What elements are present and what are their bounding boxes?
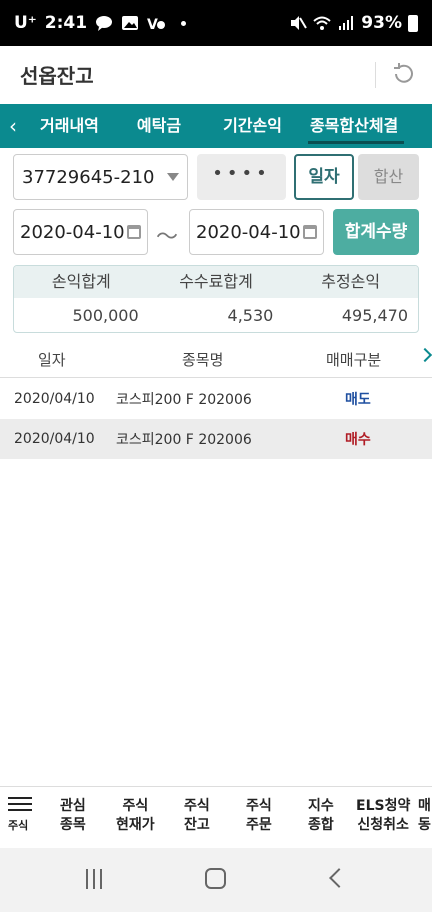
battery-percent: 93%: [361, 13, 402, 33]
bottom-item-line2: 현재가: [116, 817, 155, 833]
bottom-item-els[interactable]: ELS청약 신청취소: [356, 797, 410, 835]
tab-item-sum-fills[interactable]: 종목합산체결: [296, 104, 412, 148]
summary-box: 손익합계 수수료합계 추정손익 500,000 4,530 495,470: [13, 265, 419, 333]
bottom-item-line1: 주식: [184, 798, 210, 814]
col-side: 매매구분: [326, 351, 382, 369]
date-to-field[interactable]: 2020-04-10: [189, 209, 324, 255]
carrier-label: U⁺: [14, 13, 37, 33]
calendar-icon[interactable]: [303, 225, 317, 239]
refresh-icon[interactable]: [390, 60, 418, 88]
app-header: 선옵잔고: [0, 46, 432, 102]
mute-icon: [291, 16, 308, 30]
total-quantity-button[interactable]: 합계수량: [333, 209, 419, 255]
menu-button[interactable]: 주식: [8, 793, 40, 841]
wifi-icon: [313, 16, 331, 30]
date-from-value: 2020-04-10: [20, 221, 125, 243]
account-row: 37729645-210 •••• 일자 합산: [13, 154, 419, 200]
bottom-item-stock-price[interactable]: 주식 현재가: [116, 797, 155, 835]
summary-header-fee: 수수료합계: [179, 272, 253, 291]
summary-est-value: 495,470: [341, 306, 409, 325]
summary-header: 손익합계 수수료합계 추정손익: [14, 266, 418, 298]
menu-label: 주식: [8, 819, 29, 832]
hamburger-icon: [8, 797, 40, 811]
gallery-icon: [122, 16, 139, 30]
summary-values: 500,000 4,530 495,470: [14, 298, 418, 332]
status-bar: U⁺ 2:41 V 93%: [0, 0, 432, 46]
tab-bar: ‹ 거래내역 예탁금 기간손익 종목합산체결: [0, 104, 432, 148]
v3-app-icon: V: [147, 17, 166, 31]
home-icon[interactable]: [205, 868, 226, 889]
back-icon[interactable]: [329, 868, 349, 888]
account-number: 37729645-210: [22, 166, 155, 188]
bottom-item-line1: 주식: [122, 798, 149, 814]
date-separator: ～: [156, 225, 179, 250]
summary-pnl-value: 500,000: [72, 306, 139, 325]
bottom-item-line1: 매: [418, 798, 431, 814]
summary-header-est: 추정손익: [321, 272, 381, 291]
row-side: 매도: [345, 392, 371, 408]
summary-header-pnl: 손익합계: [51, 272, 111, 291]
row-date: 2020/04/10: [14, 391, 95, 407]
password-field[interactable]: ••••: [197, 154, 286, 200]
bottom-item-line1: ELS청약: [356, 798, 411, 814]
col-name: 종목명: [182, 351, 224, 369]
bottom-item-line2: 신청취소: [357, 817, 409, 833]
system-nav-bar: [0, 848, 432, 912]
bottom-item-line2: 동: [418, 817, 431, 833]
calendar-icon[interactable]: [127, 225, 141, 239]
tab-trade-history[interactable]: 거래내역: [26, 104, 113, 148]
bottom-item-line2: 잔고: [184, 817, 210, 833]
col-date: 일자: [38, 351, 66, 369]
date-row: 2020-04-10 ～ 2020-04-10 합계수량: [13, 209, 419, 255]
svg-text:V: V: [147, 17, 158, 31]
date-to-value: 2020-04-10: [196, 221, 301, 243]
table-row[interactable]: 2020/04/10 코스피200 F 202006 매도: [0, 379, 432, 419]
bottom-item-partial[interactable]: 매 동: [418, 797, 431, 835]
bottom-item-line2: 종합: [308, 817, 334, 833]
row-name: 코스피200 F 202006: [116, 392, 252, 408]
sum-button[interactable]: 합산: [358, 154, 419, 200]
clock: 2:41: [44, 13, 88, 33]
bottom-item-line1: 주식: [246, 798, 272, 814]
bottom-item-line1: 관심: [60, 798, 86, 814]
header-divider: [375, 62, 376, 88]
row-side: 매수: [345, 432, 371, 448]
signal-icon: [339, 16, 354, 30]
daily-button[interactable]: 일자: [294, 154, 354, 200]
talk-icon: [96, 16, 113, 31]
bottom-item-index[interactable]: 지수 종합: [308, 797, 334, 835]
bottom-item-stock-balance[interactable]: 주식 잔고: [184, 797, 210, 835]
bottom-item-stock-order[interactable]: 주식 주문: [246, 797, 272, 835]
chevron-right-icon[interactable]: [417, 347, 432, 363]
tab-deposit[interactable]: 예탁금: [113, 104, 195, 148]
bottom-menu: 주식 관심 종목 주식 현재가 주식 잔고 주식 주문 지수 종합 ELS청약 …: [0, 786, 432, 846]
battery-icon: [408, 14, 418, 32]
notification-dot-icon: [181, 20, 187, 26]
bottom-item-line2: 주문: [246, 817, 272, 833]
bottom-item-line2: 종목: [60, 817, 86, 833]
recent-apps-icon[interactable]: [86, 869, 106, 889]
chevron-down-icon: [167, 173, 179, 181]
bottom-item-watchlist[interactable]: 관심 종목: [60, 797, 86, 835]
table-header: 일자 종목명 매매구분: [0, 342, 432, 378]
tab-period-pnl[interactable]: 기간손익: [195, 104, 296, 148]
summary-fee-value: 4,530: [227, 306, 274, 325]
tab-scroll-left-icon[interactable]: ‹: [0, 114, 26, 138]
page-title: 선옵잔고: [20, 63, 94, 88]
row-name: 코스피200 F 202006: [116, 432, 252, 448]
row-date: 2020/04/10: [14, 431, 95, 447]
account-select[interactable]: 37729645-210: [13, 154, 188, 200]
date-from-field[interactable]: 2020-04-10: [13, 209, 148, 255]
bottom-item-line1: 지수: [308, 798, 334, 814]
table-row[interactable]: 2020/04/10 코스피200 F 202006 매수: [0, 419, 432, 459]
